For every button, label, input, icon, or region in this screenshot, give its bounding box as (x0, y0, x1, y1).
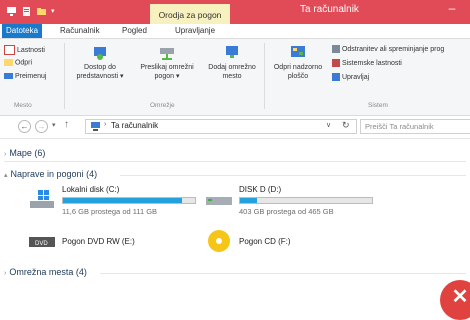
access-media-button[interactable]: Dostop do predstavnosti ▾ (70, 43, 130, 81)
back-button[interactable]: ← (18, 120, 31, 133)
context-tab-drive-tools[interactable]: Orodja za pogon (150, 4, 230, 24)
section-header-network[interactable]: › Omrežna mesta (4) (4, 267, 87, 277)
search-input[interactable]: Preišči Ta računalnik (360, 119, 470, 134)
drive-name: Pogon DVD RW (E:) (62, 237, 135, 246)
address-box[interactable]: › Ta računalnik ∨ ↻ (85, 119, 357, 134)
breadcrumb-this-pc[interactable]: Ta računalnik (111, 121, 158, 130)
ribbon-separator (64, 43, 65, 109)
section-header-drives[interactable]: ▴ Naprave in pogoni (4) (4, 169, 97, 179)
hard-drive-icon (205, 193, 233, 209)
drive-tile-d[interactable]: DISK D (D:) 403 GB prostega od 465 GB (205, 185, 377, 217)
chevron-down-icon: ▴ (4, 172, 8, 179)
section-header-folders[interactable]: › Mape (6) (4, 148, 45, 158)
content-pane: › Mape (6) ▴ Naprave in pogoni (4) Lokalni… (0, 139, 470, 304)
group-label-system: Sistem (368, 102, 388, 109)
add-network-icon (223, 43, 241, 61)
chevron-right-icon: › (4, 151, 7, 158)
refresh-icon[interactable]: ↻ (342, 120, 350, 131)
control-panel-icon (289, 43, 307, 61)
forward-button[interactable]: → (35, 120, 48, 133)
arrow-left-icon: ← (20, 122, 29, 131)
address-bar-row: ← → ▾ ↑ › Ta računalnik ∨ ↻ Preišči Ta r… (0, 116, 470, 139)
new-folder-qat-icon[interactable] (36, 6, 47, 17)
arrow-up-icon: ↑ (64, 119, 69, 130)
group-label-network: Omrežje (150, 102, 175, 109)
close-icon[interactable]: ✕ (440, 280, 470, 320)
dvd-drive-icon: DVD (28, 229, 56, 253)
cd-drive-icon (205, 228, 233, 256)
manage-icon (332, 73, 340, 81)
open-control-panel-button[interactable]: Odpri nadzorno ploščo (268, 43, 328, 81)
ribbon-separator (264, 43, 265, 109)
open-button[interactable]: Odpri (4, 59, 32, 66)
rename-button[interactable]: Preimenuj (4, 73, 46, 80)
quick-access-toolbar: ▾ (6, 6, 62, 17)
manage-button[interactable]: Upravljaj (332, 73, 369, 81)
drive-name: DISK D (D:) (239, 185, 282, 194)
minimize-button[interactable]: – (442, 2, 462, 17)
uninstall-program-button[interactable]: Odstranitev ali spreminjanje prog (332, 45, 444, 53)
system-properties-icon (332, 59, 340, 67)
drive-name: Pogon CD (F:) (239, 237, 291, 246)
properties-qat-icon[interactable] (21, 6, 32, 17)
drive-free-space: 11,6 GB prostega od 111 GB (62, 207, 158, 216)
recent-locations-dropdown[interactable]: ▾ (52, 121, 56, 129)
uninstall-icon (332, 45, 340, 53)
tab-file[interactable]: Datoteka (2, 24, 43, 38)
ribbon-tabs: Datoteka Računalnik Pogled Upravljanje (0, 24, 470, 39)
drive-name: Lokalni disk (C:) (62, 185, 120, 194)
drive-free-space: 403 GB prostega od 465 GB (239, 207, 334, 216)
group-label-location: Mesto (14, 102, 32, 109)
system-properties-button[interactable]: Sistemske lastnosti (332, 59, 402, 67)
breadcrumb-chevron-icon: › (104, 121, 107, 128)
media-icon (91, 43, 109, 61)
computer-icon[interactable] (6, 6, 17, 17)
add-network-location-button[interactable]: Dodaj omrežno mesto (202, 43, 262, 81)
usage-fill (63, 198, 182, 203)
drive-tile-f[interactable]: Pogon CD (F:) (205, 227, 375, 257)
section-divider (100, 273, 466, 274)
properties-button[interactable]: Lastnosti (4, 45, 45, 55)
rename-icon (4, 73, 13, 80)
arrow-right-icon: → (37, 122, 46, 131)
window-title: Ta računalnik (300, 4, 359, 15)
usage-fill (240, 198, 258, 203)
chevron-right-icon: › (4, 270, 7, 277)
map-network-drive-button[interactable]: Preslikaj omrežni pogon ▾ (132, 43, 202, 81)
open-icon (4, 59, 13, 66)
tab-manage[interactable]: Upravljanje (175, 24, 215, 38)
drive-tile-e[interactable]: DVD Pogon DVD RW (E:) (28, 227, 198, 257)
svg-text:DVD: DVD (35, 241, 48, 247)
usage-bar (62, 197, 196, 204)
usage-bar (239, 197, 373, 204)
windows-drive-icon (28, 189, 56, 211)
title-bar: ▾ Orodja za pogon Ta računalnik – (0, 0, 470, 24)
ribbon: Lastnosti Odpri Preimenuj Mesto Dostop d… (0, 39, 470, 116)
drive-tile-c[interactable]: Lokalni disk (C:) 11,6 GB prostega od 11… (28, 185, 198, 217)
computer-icon (90, 122, 101, 131)
qat-dropdown-icon[interactable]: ▾ (51, 6, 62, 17)
tab-view[interactable]: Pogled (122, 24, 147, 38)
address-history-dropdown[interactable]: ∨ (326, 121, 331, 129)
section-divider (120, 175, 466, 176)
network-drive-icon (158, 43, 176, 61)
properties-icon (4, 45, 15, 55)
section-divider (4, 161, 466, 162)
tab-computer[interactable]: Računalnik (60, 24, 100, 38)
up-button[interactable]: ↑ (64, 119, 69, 130)
